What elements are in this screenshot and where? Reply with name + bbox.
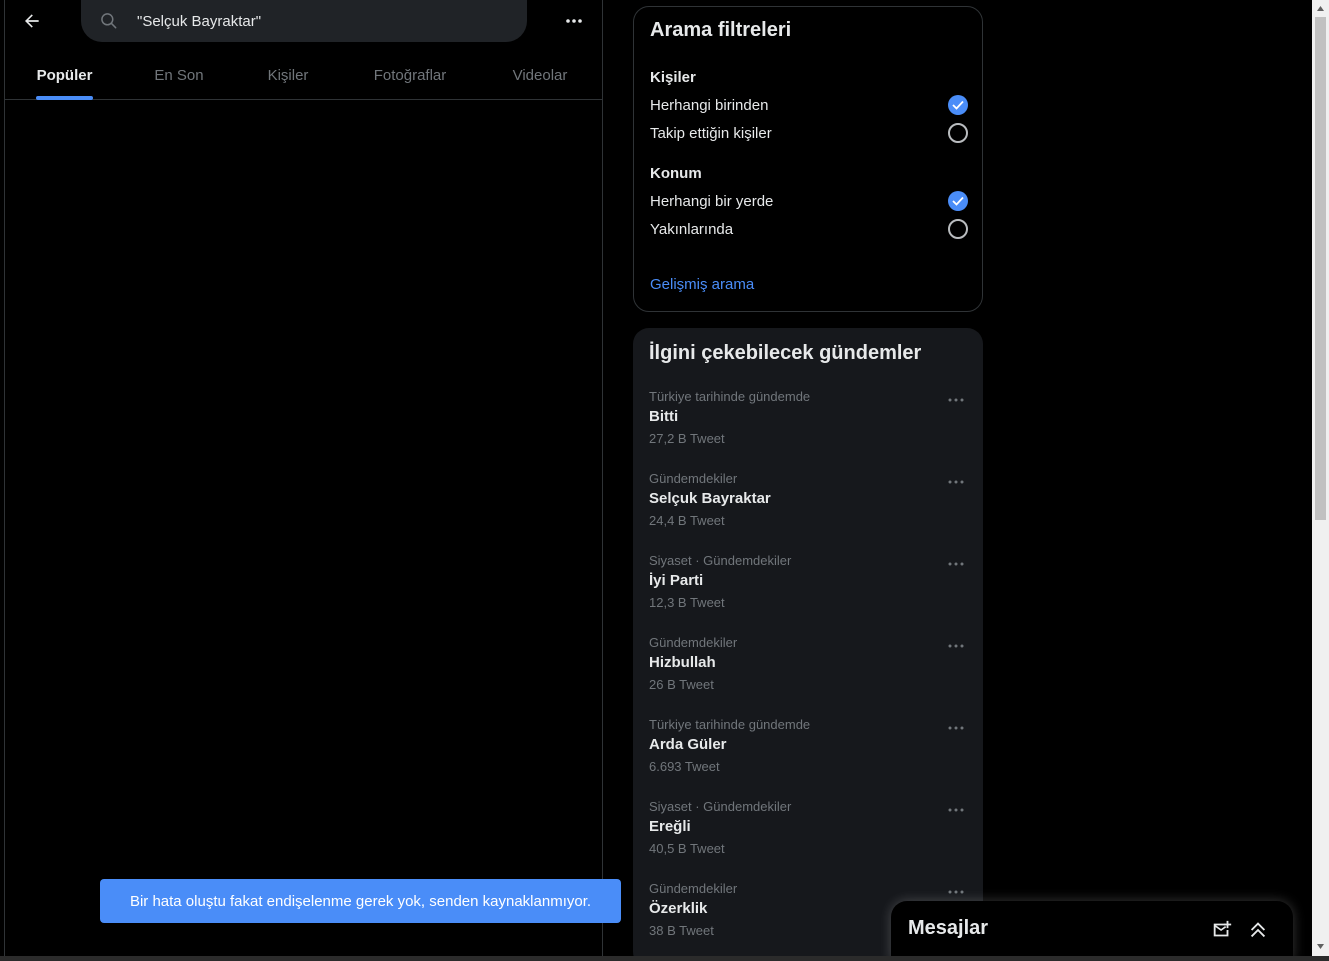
trend-name: Bitti [649,408,679,425]
search-tabs: Popüler En Son Kişiler Fotoğraflar Video… [5,50,603,100]
filter-option-label: Yakınlarında [650,220,734,238]
triangle-up-icon [1317,5,1324,11]
tab-label: Videolar [512,66,568,84]
tab-label: En Son [154,66,204,84]
filter-option-label: Herhangi birinden [650,96,769,114]
tab-label: Fotoğraflar [373,66,447,84]
filters-title: Arama filtreleri [650,19,792,41]
trend-item[interactable]: Türkiye tarihinde gündemde Bitti 27,2 B … [633,389,983,471]
trend-count: 6.693 Tweet [649,759,720,774]
more-options-button[interactable] [561,10,587,32]
search-filters-panel: Arama filtreleri Kişiler Herhangi birind… [633,6,983,312]
scroll-down-button[interactable] [1312,938,1329,954]
filter-option-anywhere[interactable]: Herhangi bir yerde [650,187,968,215]
scrollbar-thumb[interactable] [1315,17,1326,520]
page-scrollbar[interactable] [1312,0,1329,956]
tab-popular[interactable]: Popüler [36,50,93,100]
filter-option-label: Herhangi bir yerde [650,192,774,210]
more-horizontal-icon [948,890,964,894]
filter-option-near-you[interactable]: Yakınlarında [650,215,968,243]
more-horizontal-icon [948,808,964,812]
trend-more-button[interactable] [943,391,969,409]
trend-name: Özerklik [649,900,708,917]
advanced-search-link[interactable]: Gelişmiş arama [650,276,754,293]
trend-more-button[interactable] [943,801,969,819]
trend-context: Türkiye tarihinde gündemde [649,717,811,732]
radio-unchecked-icon[interactable] [948,219,968,239]
filter-option-anyone[interactable]: Herhangi birinden [650,91,968,119]
trend-count: 26 B Tweet [649,677,714,692]
trend-name: Ereğli [649,818,691,835]
double-chevron-up-icon [1250,922,1266,938]
search-header [5,0,603,44]
error-toast: Bir hata oluştu fakat endişelenme gerek … [100,879,621,923]
search-input[interactable] [137,0,507,42]
scroll-up-button[interactable] [1312,0,1329,16]
filter-option-following[interactable]: Takip ettiğin kişiler [650,119,968,147]
tab-photos[interactable]: Fotoğraflar [367,50,453,100]
window-bottom-strip [0,956,1329,961]
tab-label: Popüler [36,66,93,84]
trend-more-button[interactable] [943,883,969,901]
triangle-down-icon [1317,943,1324,949]
trend-more-button[interactable] [943,555,969,573]
tab-latest[interactable]: En Son [151,50,207,100]
people-filter-heading: Kişiler [650,69,696,86]
trend-context: Siyaset · Gündemdekiler [649,799,792,814]
trend-context: Türkiye tarihinde gündemde [649,389,811,404]
location-filter-heading: Konum [650,165,702,182]
tab-label: Kişiler [267,66,309,84]
more-horizontal-icon [566,19,582,23]
messages-drawer[interactable]: Mesajlar [891,901,1293,961]
messages-title: Mesajlar [908,917,989,939]
radio-checked-icon[interactable] [948,95,968,115]
new-message-button[interactable] [1211,919,1233,941]
more-horizontal-icon [948,480,964,484]
main-column: Popüler En Son Kişiler Fotoğraflar Video… [4,0,603,961]
trend-more-button[interactable] [943,637,969,655]
trend-count: 40,5 B Tweet [649,841,725,856]
expand-drawer-button[interactable] [1247,919,1269,941]
trend-context: Siyaset · Gündemdekiler [649,553,792,568]
tab-people[interactable]: Kişiler [261,50,315,100]
trend-name: İyi Parti [649,572,704,589]
more-horizontal-icon [948,726,964,730]
filter-option-label: Takip ettiğin kişiler [650,124,772,142]
radio-checked-icon[interactable] [948,191,968,211]
trend-count: 12,3 B Tweet [649,595,725,610]
more-horizontal-icon [948,562,964,566]
trend-item[interactable]: Siyaset · Gündemdekiler İyi Parti 12,3 B… [633,553,983,635]
trend-count: 24,4 B Tweet [649,513,725,528]
trend-item[interactable]: Siyaset · Gündemdekiler Ereğli 40,5 B Tw… [633,799,983,881]
search-box[interactable] [81,0,527,42]
trend-more-button[interactable] [943,473,969,491]
trend-count: 27,2 B Tweet [649,431,725,446]
tab-videos[interactable]: Videolar [508,50,572,100]
trend-count: 38 B Tweet [649,923,714,938]
active-tab-indicator [36,96,93,100]
trend-name: Hizbullah [649,654,716,671]
more-horizontal-icon [948,644,964,648]
back-button[interactable] [19,8,45,34]
search-icon [101,13,117,29]
trend-item[interactable]: Gündemdekiler Hizbullah 26 B Tweet [633,635,983,717]
trends-title: İlgini çekebilecek gündemler [649,342,922,364]
trend-context: Gündemdekiler [649,881,738,896]
trend-name: Arda Güler [649,736,727,753]
trend-context: Gündemdekiler [649,635,738,650]
trend-item[interactable]: Türkiye tarihinde gündemde Arda Güler 6.… [633,717,983,799]
more-horizontal-icon [948,398,964,402]
trend-context: Gündemdekiler [649,471,738,486]
trend-more-button[interactable] [943,719,969,737]
arrow-left-icon [25,14,39,28]
trend-item[interactable]: Gündemdekiler Selçuk Bayraktar 24,4 B Tw… [633,471,983,553]
trend-name: Selçuk Bayraktar [649,490,771,507]
new-message-icon [1213,920,1232,937]
radio-unchecked-icon[interactable] [948,123,968,143]
trends-panel: İlgini çekebilecek gündemler Türkiye tar… [633,328,983,961]
